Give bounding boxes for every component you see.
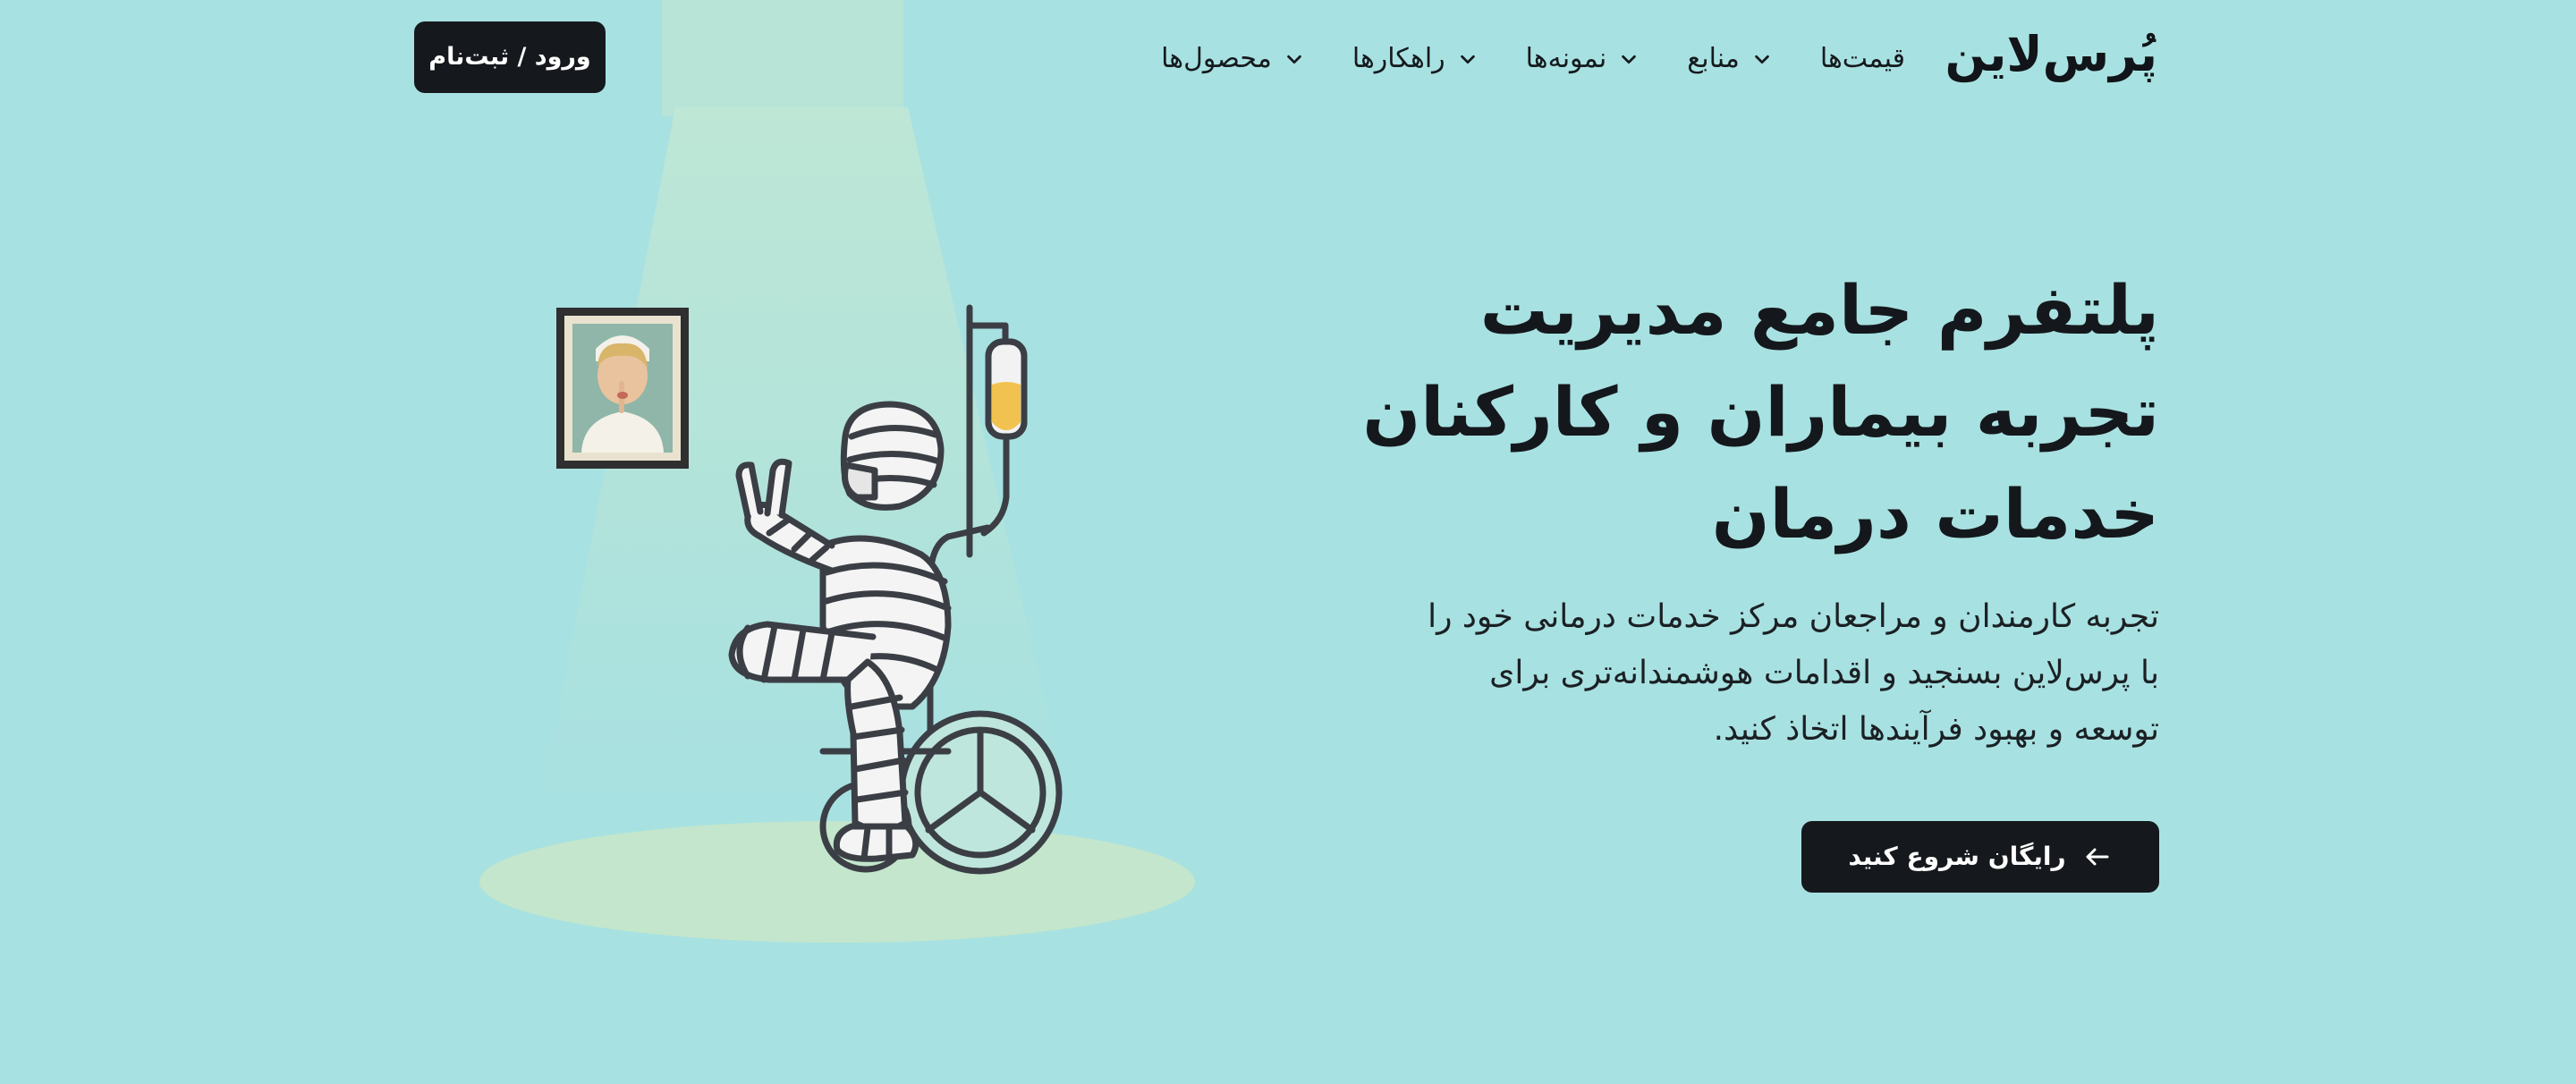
nav-item-label: محصول‌ها xyxy=(1161,43,1272,74)
nav-item-label: راهکارها xyxy=(1352,43,1445,74)
nav-item-solutions[interactable]: راهکارها xyxy=(1352,34,1478,84)
landing-page: پُرس‌لاین محصول‌ها راهکارها نمونه‌ها xyxy=(0,0,2576,1084)
arrow-left-icon xyxy=(2082,842,2113,872)
nurse-portrait-frame xyxy=(556,308,689,469)
site-header: پُرس‌لاین محصول‌ها راهکارها نمونه‌ها xyxy=(0,0,2576,116)
chevron-down-icon xyxy=(1284,49,1304,69)
hero-title: پلتفرم جامع مدیریت تجربه بیماران و کارکن… xyxy=(1247,259,2159,565)
nav-item-label: منابع xyxy=(1687,43,1740,74)
brand-logo-text: پُرس‌لاین xyxy=(1945,26,2157,82)
start-free-label: رایگان شروع کنید xyxy=(1848,842,2066,871)
hero-title-line: تجربه بیماران و کارکنان xyxy=(1362,372,2159,452)
hero-description-line: با پرس‌لاین بسنجید و اقدامات هوشمندانه‌ت… xyxy=(1489,655,2159,691)
chevron-down-icon xyxy=(1752,49,1772,69)
login-signup-button[interactable]: ورود / ثبت‌نام xyxy=(414,21,606,93)
nav-item-pricing[interactable]: قیمت‌ها xyxy=(1820,34,1905,84)
main-nav: محصول‌ها راهکارها نمونه‌ها منابع xyxy=(1161,34,1905,84)
nav-item-products[interactable]: محصول‌ها xyxy=(1161,34,1304,84)
hero-section: پلتفرم جامع مدیریت تجربه بیماران و کارکن… xyxy=(1247,259,2159,758)
hero-description: تجربه کارمندان و مراجعان مرکز خدمات درما… xyxy=(1247,589,2159,758)
nav-item-label: قیمت‌ها xyxy=(1819,43,1905,74)
nav-item-samples[interactable]: نمونه‌ها xyxy=(1526,34,1640,84)
hero-title-line: خدمات درمان xyxy=(1711,474,2160,554)
hero-description-line: توسعه و بهبود فرآیندها اتخاذ کنید. xyxy=(1713,711,2159,748)
hero-title-line: پلتفرم جامع مدیریت xyxy=(1479,270,2160,350)
chevron-down-icon xyxy=(1458,49,1478,69)
patient-in-wheelchair-illustration xyxy=(447,286,1252,966)
brand-logo[interactable]: پُرس‌لاین xyxy=(1945,14,2157,95)
start-free-button[interactable]: رایگان شروع کنید xyxy=(1801,821,2159,893)
nav-item-label: نمونه‌ها xyxy=(1525,43,1607,74)
iv-drip-icon xyxy=(966,304,1028,558)
hero-description-line: تجربه کارمندان و مراجعان مرکز خدمات درما… xyxy=(1428,598,2159,635)
nav-item-resources[interactable]: منابع xyxy=(1687,34,1772,84)
chevron-down-icon xyxy=(1619,49,1639,69)
